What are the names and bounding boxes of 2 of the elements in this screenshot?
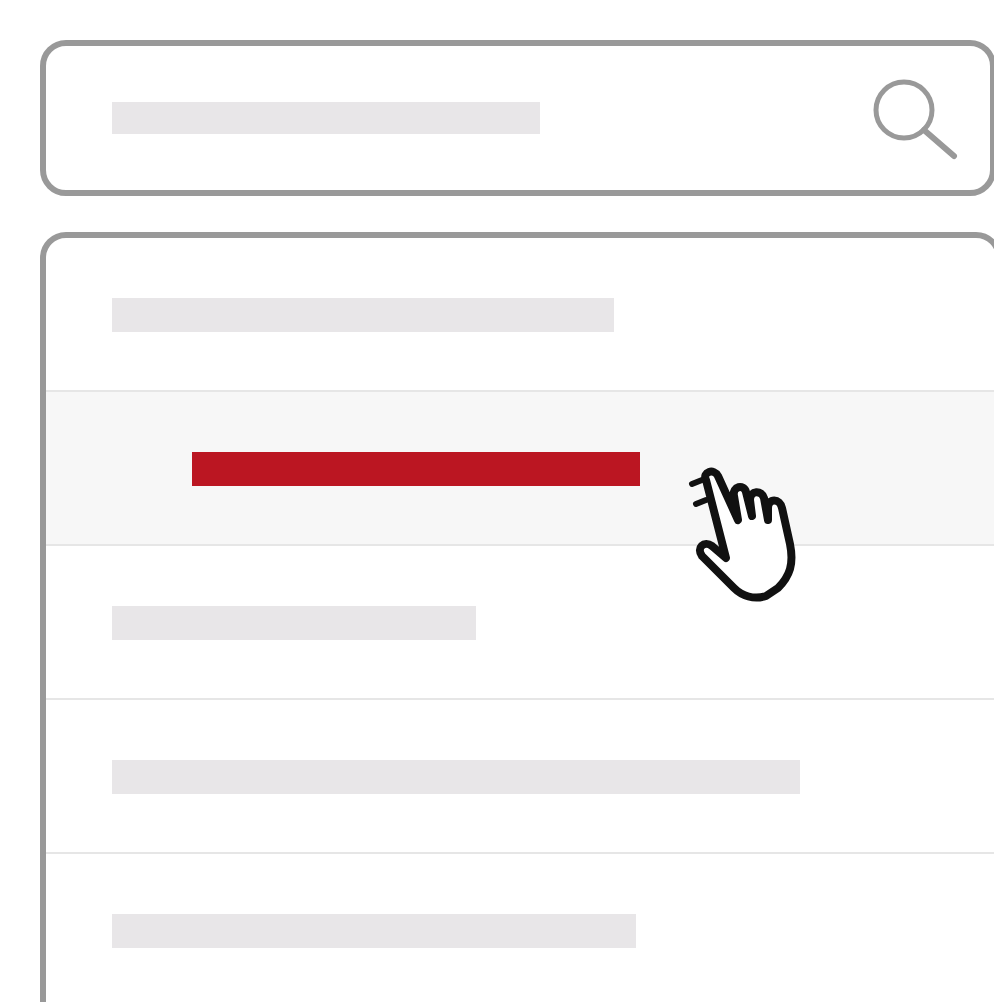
- search-field[interactable]: [40, 40, 994, 196]
- search-icon[interactable]: [870, 76, 958, 160]
